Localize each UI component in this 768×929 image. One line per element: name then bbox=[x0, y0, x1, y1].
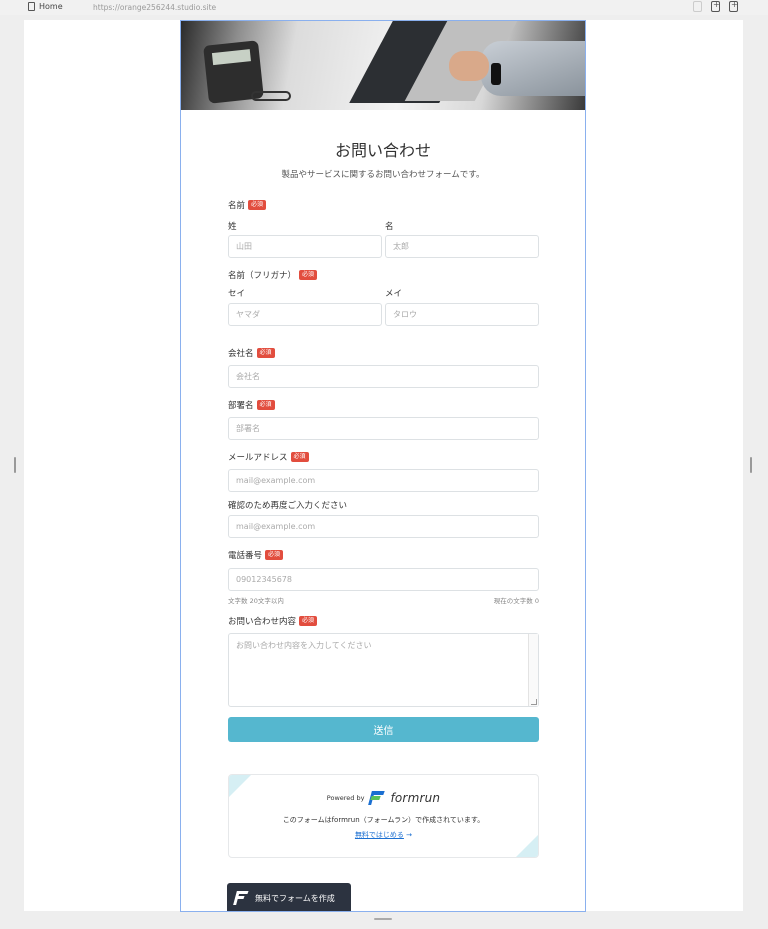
first-kana-input[interactable] bbox=[385, 303, 539, 326]
email-input[interactable] bbox=[228, 469, 539, 492]
required-badge: 必須 bbox=[299, 616, 318, 626]
email-label-text: メールアドレス bbox=[228, 453, 288, 463]
page-tab[interactable]: Home bbox=[28, 2, 63, 11]
powered-by-text: Powered by bbox=[326, 794, 365, 802]
phone-limit-note: 文字数 20文字以内 bbox=[228, 597, 284, 605]
formrun-logo-icon bbox=[368, 791, 386, 805]
company-label: 会社名 必須 bbox=[228, 347, 275, 359]
required-badge: 必須 bbox=[248, 200, 267, 210]
first-name-label: 名 bbox=[385, 222, 394, 232]
name-label: 名前 必須 bbox=[228, 199, 267, 211]
message-textarea[interactable] bbox=[228, 633, 539, 707]
powered-by-row: Powered by formrun bbox=[229, 791, 538, 805]
editor-topbar: Home https://orange256244.studio.site bbox=[0, 0, 768, 15]
department-input[interactable] bbox=[228, 417, 539, 440]
email-label: メールアドレス 必須 bbox=[228, 451, 309, 463]
start-free-link-text: 無料ではじめる bbox=[354, 831, 404, 839]
powered-by-description: このフォームはformrun（フォームラン）で作成されています。 bbox=[282, 816, 485, 824]
hero-image bbox=[181, 21, 585, 110]
phone-label-text: 電話番号 bbox=[228, 551, 263, 561]
add-section-icon[interactable] bbox=[729, 0, 738, 12]
department-label-text: 部署名 bbox=[228, 401, 254, 411]
form-subtitle: 製品やサービスに関するお問い合わせフォームです。 bbox=[281, 170, 485, 180]
page-name: Home bbox=[39, 2, 63, 11]
first-kana-label: メイ bbox=[385, 289, 403, 299]
email-confirm-label: 確認のため再度ご入力ください bbox=[228, 501, 348, 511]
form-title: お問い合わせ bbox=[334, 141, 431, 160]
company-label-text: 会社名 bbox=[228, 349, 254, 359]
message-label: お問い合わせ内容 必須 bbox=[228, 615, 318, 627]
cta-label: 無料でフォームを作成 bbox=[255, 893, 335, 903]
company-input[interactable] bbox=[228, 365, 539, 388]
page-icon bbox=[28, 2, 35, 11]
phone-input[interactable] bbox=[228, 568, 539, 591]
kana-label-text: 名前（フリガナ） bbox=[228, 271, 297, 281]
submit-button[interactable]: 送信 bbox=[228, 717, 539, 742]
topbar-icons bbox=[693, 0, 738, 12]
watch-shape bbox=[491, 63, 501, 85]
create-form-cta-button[interactable]: 無料でフォームを作成 bbox=[227, 883, 351, 911]
required-badge: 必須 bbox=[256, 400, 275, 410]
last-kana-label: セイ bbox=[228, 289, 246, 299]
message-label-text: お問い合わせ内容 bbox=[228, 617, 297, 627]
right-resize-handle[interactable] bbox=[750, 457, 752, 473]
required-badge: 必須 bbox=[256, 348, 275, 358]
add-page-icon[interactable] bbox=[711, 0, 720, 12]
arrow-right-icon: → bbox=[406, 831, 413, 839]
name-label-text: 名前 bbox=[228, 201, 246, 211]
left-resize-handle[interactable] bbox=[14, 457, 16, 473]
powered-by-card: Powered by formrun このフォームはformrun（フォームラン… bbox=[228, 774, 539, 858]
textarea-scrollbar[interactable] bbox=[528, 634, 538, 706]
start-free-link[interactable]: 無料ではじめる → bbox=[229, 830, 538, 840]
phone-count-note: 現在の文字数 0 bbox=[493, 597, 539, 605]
bottom-resize-handle[interactable] bbox=[374, 918, 392, 920]
phone-label: 電話番号 必須 bbox=[228, 549, 284, 561]
textarea-resize-handle[interactable] bbox=[531, 699, 537, 705]
last-name-label: 姓 bbox=[228, 222, 237, 232]
email-confirm-input[interactable] bbox=[228, 515, 539, 538]
last-name-input[interactable] bbox=[228, 235, 382, 258]
first-name-input[interactable] bbox=[385, 235, 539, 258]
page-frame[interactable]: お問い合わせ 製品やサービスに関するお問い合わせフォームです。 名前 必須 姓 … bbox=[180, 20, 586, 912]
kana-label: 名前（フリガナ） 必須 bbox=[228, 269, 318, 281]
required-badge: 必須 bbox=[290, 452, 309, 462]
formrun-logo-icon bbox=[233, 891, 249, 905]
cable-shape bbox=[251, 91, 291, 101]
required-badge: 必須 bbox=[299, 270, 318, 280]
site-url[interactable]: https://orange256244.studio.site bbox=[93, 3, 216, 12]
last-kana-input[interactable] bbox=[228, 303, 382, 326]
department-label: 部署名 必須 bbox=[228, 399, 275, 411]
formrun-logo-text: formrun bbox=[390, 791, 441, 805]
trash-icon[interactable] bbox=[693, 1, 702, 12]
hand-shape bbox=[449, 51, 489, 81]
required-badge: 必須 bbox=[265, 550, 284, 560]
